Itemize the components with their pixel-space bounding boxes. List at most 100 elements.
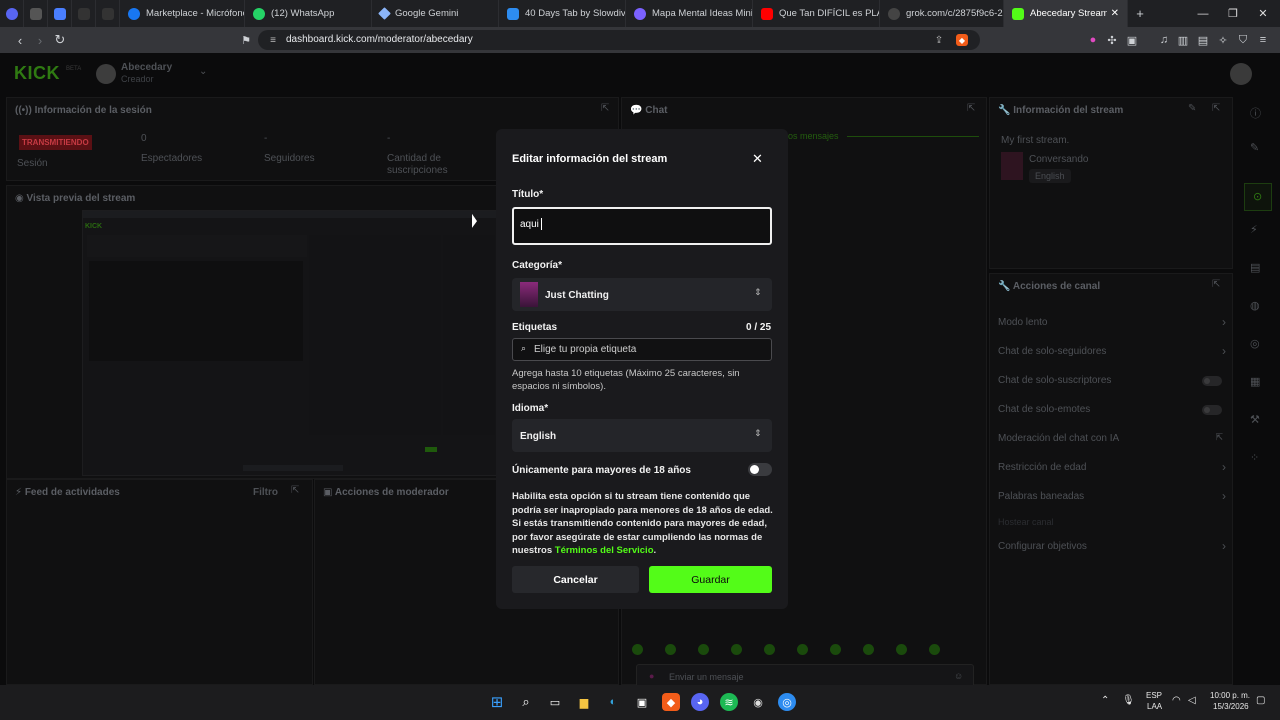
brave-icon[interactable]: ◆ [662, 693, 680, 711]
tab-grok[interactable]: grok.com/c/2875f9c6-267 [880, 0, 1004, 27]
menu-icon[interactable]: ≡ [1256, 33, 1270, 47]
tab-gemini[interactable]: Google Gemini [372, 0, 499, 27]
bolt-icon[interactable]: ⚡ [1250, 223, 1258, 236]
tab-kick-active[interactable]: Abecedary Stream - K ✕ [1004, 0, 1128, 27]
close-tab-icon[interactable]: ✕ [1111, 8, 1119, 19]
store-icon[interactable]: ▣ [633, 693, 651, 711]
emote-icon[interactable] [797, 644, 808, 655]
search-icon[interactable]: ⌕ [517, 693, 535, 711]
save-button[interactable]: Guardar [649, 566, 772, 593]
cancel-button[interactable]: Cancelar [512, 566, 639, 593]
popout-icon[interactable]: ⇱ [1212, 103, 1220, 114]
tab-blank-2[interactable] [96, 0, 120, 27]
action-age-restriction[interactable]: Restricción de edad › [998, 460, 1226, 477]
emote-icon[interactable] [698, 644, 709, 655]
tab-whatsapp[interactable]: (12) WhatsApp [245, 0, 372, 27]
emote-icon[interactable] [731, 644, 742, 655]
tab-youtube[interactable]: Que Tan DIFÍCIL es PLA [753, 0, 880, 27]
title-input[interactable]: aqui [512, 207, 772, 245]
action-goals[interactable]: Configurar objetivos › [998, 539, 1226, 556]
more-icon[interactable]: ⁘ [1250, 451, 1259, 464]
tab-blank-1[interactable] [72, 0, 96, 27]
action-slow-mode[interactable]: Modo lento › [998, 315, 1226, 332]
emote-icon[interactable] [830, 644, 841, 655]
emote-icon[interactable] [764, 644, 775, 655]
kick-logo[interactable]: KICK [14, 63, 60, 84]
extension-icon[interactable]: ● [1086, 33, 1100, 47]
file-explorer-icon[interactable]: ▆ [575, 693, 593, 711]
keyboard-layout[interactable]: LAA [1147, 702, 1162, 711]
category-select[interactable]: Just Chatting ⇕ [512, 278, 772, 311]
stream-preview-video[interactable]: KICK [82, 210, 498, 476]
pencil-icon[interactable]: ✎ [1250, 141, 1259, 154]
close-window-icon[interactable]: ✕ [1246, 0, 1280, 27]
edge-icon[interactable]: ◐ [604, 693, 622, 711]
volume-icon[interactable]: ◁ [1188, 695, 1196, 706]
language-indicator[interactable]: ESP [1146, 691, 1162, 700]
popout-icon[interactable]: ⇱ [291, 485, 299, 496]
popout-icon[interactable]: ⇱ [601, 103, 609, 114]
terms-link[interactable]: Términos del Servicio [555, 545, 654, 556]
tab-gemini-small[interactable] [48, 0, 72, 27]
restore-icon[interactable]: ❐ [1216, 0, 1250, 27]
action-banned-words[interactable]: Palabras baneadas › [998, 489, 1226, 506]
emote-icon[interactable] [896, 644, 907, 655]
emote-icon[interactable] [929, 644, 940, 655]
chat-icon[interactable]: ◍ [1250, 299, 1260, 312]
language-select[interactable]: English ⇕ [512, 419, 772, 452]
tray-overflow-icon[interactable]: ⌃ [1101, 695, 1109, 706]
leo-icon[interactable]: ✧ [1216, 33, 1230, 47]
screenshot-icon[interactable]: ▣ [1125, 33, 1139, 47]
broadcast-icon[interactable]: ◎ [1250, 337, 1260, 350]
microphone-icon[interactable]: 🎙 [1122, 695, 1135, 706]
address-bar[interactable]: ≡ dashboard.kick.com/moderator/abecedary… [258, 30, 980, 50]
share-icon[interactable]: ⇪ [933, 34, 945, 46]
action-subs-only[interactable]: Chat de solo-suscriptores [998, 374, 1226, 390]
chevron-down-icon[interactable]: ⌄ [199, 66, 207, 77]
emoji-icon[interactable]: ☺ [954, 671, 963, 681]
wifi-icon[interactable]: ◠ [1172, 695, 1181, 706]
action-host-channel[interactable]: Hostear canal [998, 516, 1226, 530]
back-icon[interactable]: ‹ [11, 31, 29, 49]
action-followers-only[interactable]: Chat de solo-seguidores › [998, 344, 1226, 361]
edit-icon[interactable]: ✎ [1188, 103, 1196, 114]
list-icon[interactable]: ▤ [1250, 261, 1260, 274]
tags-input[interactable]: ⌕ Elige tu propia etiqueta [512, 338, 772, 361]
emote-icon[interactable] [665, 644, 676, 655]
popout-icon[interactable]: ⇱ [967, 103, 975, 114]
wrench-icon[interactable]: ⚒ [1250, 413, 1260, 426]
toggle-switch[interactable] [1202, 405, 1222, 415]
brave-shield-icon[interactable]: ◆ [956, 34, 968, 46]
popout-icon[interactable]: ⇱ [1212, 279, 1220, 290]
tab-app[interactable] [24, 0, 48, 27]
tab-slowdive[interactable]: 40 Days Tab by Slowdive - [499, 0, 626, 27]
spotify-icon[interactable]: ≋ [720, 693, 738, 711]
clock-time[interactable]: 10:00 p. m. [1210, 691, 1250, 700]
sidebar-icon[interactable]: ▥ [1176, 33, 1190, 47]
windows-start-icon[interactable]: ⊞ [488, 693, 506, 711]
obs-icon[interactable]: ◉ [749, 693, 767, 711]
tab-discord[interactable] [0, 0, 24, 27]
tab-mapa-mental[interactable]: Mapa Mental Ideas Minim [626, 0, 753, 27]
task-view-icon[interactable]: ▭ [546, 693, 564, 711]
vpn-icon[interactable]: ⛉ [1236, 33, 1250, 47]
wallet-icon[interactable]: ▤ [1196, 33, 1210, 47]
adult-toggle[interactable] [748, 463, 772, 476]
new-tab-button[interactable]: + [1128, 0, 1152, 27]
filter-button[interactable]: Filtro [253, 487, 278, 498]
notifications-icon[interactable]: ▢ [1256, 695, 1265, 706]
close-icon[interactable]: ✕ [752, 151, 763, 167]
site-settings-icon[interactable]: ≡ [267, 34, 279, 46]
action-ai-moderation[interactable]: Moderación del chat con IA ⇱ [998, 432, 1226, 448]
tab-marketplace[interactable]: Marketplace - Micrófono II [120, 0, 245, 27]
profile-avatar[interactable] [1230, 63, 1252, 85]
rail-active-item[interactable]: ⊙ [1244, 183, 1272, 211]
music-icon[interactable]: ♫ [1157, 33, 1171, 47]
avatar[interactable] [96, 64, 116, 84]
toggle-switch[interactable] [1202, 376, 1222, 386]
minimize-icon[interactable]: — [1186, 0, 1220, 27]
clock-date[interactable]: 15/3/2026 [1213, 702, 1249, 711]
bookmark-icon[interactable]: ⚑ [237, 31, 255, 49]
action-emotes-only[interactable]: Chat de solo-emotes [998, 403, 1226, 419]
emote-icon[interactable] [632, 644, 643, 655]
